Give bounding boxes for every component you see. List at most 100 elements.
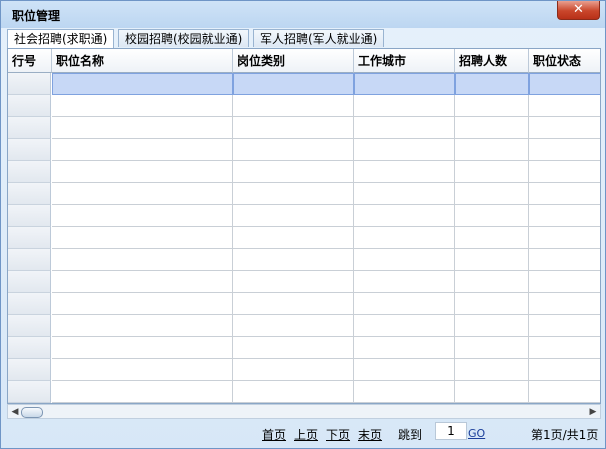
column-header-job-category[interactable]: 岗位类别 [233, 49, 354, 73]
headcount-cell[interactable] [455, 359, 529, 381]
tab-social-recruitment[interactable]: 社会招聘(求职通) [7, 29, 115, 48]
tab-campus-recruitment[interactable]: 校园招聘(校园就业通) [118, 29, 250, 47]
row-header-cell[interactable] [8, 73, 51, 95]
job-category-cell[interactable] [233, 315, 354, 337]
scroll-right-icon[interactable]: ▶ [587, 406, 599, 418]
headcount-cell[interactable] [455, 337, 529, 359]
work-city-cell[interactable] [354, 205, 455, 227]
job-category-cell[interactable] [233, 227, 354, 249]
row-header-cell[interactable] [8, 293, 51, 315]
row-header-cell[interactable] [8, 95, 51, 117]
headcount-cell[interactable] [455, 271, 529, 293]
job-status-cell[interactable] [529, 359, 600, 381]
job-title-cell[interactable] [52, 95, 233, 117]
scroll-thumb[interactable] [21, 407, 43, 418]
work-city-cell[interactable] [354, 139, 455, 161]
job-status-cell[interactable] [529, 95, 600, 117]
work-city-cell[interactable] [354, 227, 455, 249]
row-header-cell[interactable] [8, 205, 51, 227]
job-category-cell[interactable] [233, 271, 354, 293]
row-header-cell[interactable] [8, 139, 51, 161]
tab-military-recruitment[interactable]: 军人招聘(军人就业通) [253, 29, 385, 47]
job-category-cell[interactable] [233, 337, 354, 359]
work-city-cell[interactable] [354, 337, 455, 359]
headcount-cell[interactable] [455, 315, 529, 337]
job-title-cell[interactable] [52, 73, 233, 95]
job-status-cell[interactable] [529, 293, 600, 315]
job-status-cell[interactable] [529, 73, 600, 95]
column-header-work-city[interactable]: 工作城市 [354, 49, 455, 73]
job-title-cell[interactable] [52, 249, 233, 271]
job-title-cell[interactable] [52, 161, 233, 183]
job-title-cell[interactable] [52, 293, 233, 315]
job-category-cell[interactable] [233, 293, 354, 315]
job-status-cell[interactable] [529, 117, 600, 139]
work-city-cell[interactable] [354, 161, 455, 183]
first-page-link[interactable]: 首页 [262, 426, 286, 443]
job-status-cell[interactable] [529, 183, 600, 205]
job-title-cell[interactable] [52, 381, 233, 403]
headcount-cell[interactable] [455, 293, 529, 315]
headcount-cell[interactable] [455, 227, 529, 249]
job-title-cell[interactable] [52, 337, 233, 359]
job-status-cell[interactable] [529, 249, 600, 271]
column-header-headcount[interactable]: 招聘人数 [455, 49, 529, 73]
column-header-job-status[interactable]: 职位状态 [529, 49, 600, 73]
headcount-cell[interactable] [455, 161, 529, 183]
row-header-cell[interactable] [8, 117, 51, 139]
headcount-cell[interactable] [455, 381, 529, 403]
work-city-cell[interactable] [354, 381, 455, 403]
headcount-cell[interactable] [455, 183, 529, 205]
job-title-cell[interactable] [52, 139, 233, 161]
row-header-cell[interactable] [8, 359, 51, 381]
row-header-cell[interactable] [8, 161, 51, 183]
work-city-cell[interactable] [354, 183, 455, 205]
column-header-job-title[interactable]: 职位名称 [52, 49, 233, 73]
job-title-cell[interactable] [52, 227, 233, 249]
work-city-cell[interactable] [354, 271, 455, 293]
headcount-cell[interactable] [455, 205, 529, 227]
horizontal-scrollbar[interactable]: ◀ ▶ [7, 404, 601, 419]
job-status-cell[interactable] [529, 381, 600, 403]
job-status-cell[interactable] [529, 337, 600, 359]
job-status-cell[interactable] [529, 139, 600, 161]
last-page-link[interactable]: 末页 [358, 426, 382, 443]
work-city-cell[interactable] [354, 117, 455, 139]
headcount-cell[interactable] [455, 249, 529, 271]
headcount-cell[interactable] [455, 117, 529, 139]
job-category-cell[interactable] [233, 249, 354, 271]
row-header-cell[interactable] [8, 381, 51, 403]
job-category-cell[interactable] [233, 205, 354, 227]
work-city-cell[interactable] [354, 95, 455, 117]
job-title-cell[interactable] [52, 117, 233, 139]
column-header-row-number[interactable]: 行号 [8, 49, 52, 73]
next-page-link[interactable]: 下页 [326, 426, 350, 443]
job-title-cell[interactable] [52, 271, 233, 293]
headcount-cell[interactable] [455, 139, 529, 161]
job-category-cell[interactable] [233, 381, 354, 403]
row-header-cell[interactable] [8, 249, 51, 271]
work-city-cell[interactable] [354, 359, 455, 381]
job-status-cell[interactable] [529, 161, 600, 183]
job-category-cell[interactable] [233, 73, 354, 95]
go-button[interactable]: GO [468, 427, 485, 440]
headcount-cell[interactable] [455, 95, 529, 117]
job-category-cell[interactable] [233, 183, 354, 205]
row-header-cell[interactable] [8, 337, 51, 359]
row-header-cell[interactable] [8, 315, 51, 337]
job-status-cell[interactable] [529, 227, 600, 249]
work-city-cell[interactable] [354, 73, 455, 95]
close-button[interactable]: ✕ [557, 1, 600, 20]
headcount-cell[interactable] [455, 73, 529, 95]
work-city-cell[interactable] [354, 249, 455, 271]
job-category-cell[interactable] [233, 139, 354, 161]
row-header-cell[interactable] [8, 227, 51, 249]
work-city-cell[interactable] [354, 315, 455, 337]
work-city-cell[interactable] [354, 293, 455, 315]
job-status-cell[interactable] [529, 315, 600, 337]
job-category-cell[interactable] [233, 95, 354, 117]
job-category-cell[interactable] [233, 117, 354, 139]
job-status-cell[interactable] [529, 205, 600, 227]
job-title-cell[interactable] [52, 205, 233, 227]
job-title-cell[interactable] [52, 315, 233, 337]
